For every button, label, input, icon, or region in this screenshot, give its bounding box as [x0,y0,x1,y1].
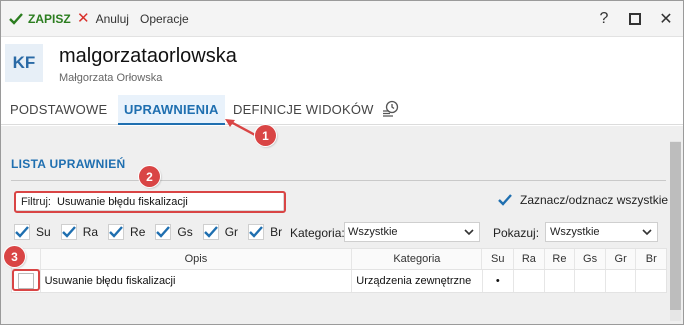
tab-bar: PODSTAWOWE UPRAWNIENIA DEFINICJE WIDOKÓW [1,95,683,125]
check-icon [9,13,23,25]
cell-kategoria: Urządzenia zewnętrzne [352,270,483,292]
type-checkbox-br[interactable]: Br [248,224,282,240]
cell-gs [575,270,606,292]
user-full-name: Małgorzata Orłowska [59,72,163,84]
column-header-br[interactable]: Br [636,249,666,269]
check-icon [109,226,123,238]
column-header-re[interactable]: Re [545,249,576,269]
toolbar: ZAPISZ ✕ Anuluj Operacje ? ✕ [1,1,683,37]
tab-view-definitions[interactable]: DEFINICJE WIDOKÓW [233,102,374,117]
cancel-button[interactable]: ✕ Anuluj [77,11,129,27]
operations-label: Operacje [140,12,189,26]
checkbox[interactable] [155,224,172,240]
check-icon [498,194,512,206]
highlight-outline-row-checkbox [12,269,40,291]
select-all-label: Zaznacz/odznacz wszystkie [520,193,669,207]
help-button[interactable]: ? [595,10,613,28]
cancel-label: Anuluj [95,12,129,26]
column-header-gr[interactable]: Gr [606,249,637,269]
window: ZAPISZ ✕ Anuluj Operacje ? ✕ KF malgorza… [0,0,684,325]
scrollbar-thumb[interactable] [670,142,681,310]
save-label: ZAPISZ [28,12,71,26]
cell-su: • [483,270,515,292]
show-select[interactable]: Wszystkie [545,222,658,242]
table-header: Opis Kategoria Su Ra Re Gs Gr Br [12,249,666,270]
save-button[interactable]: ZAPISZ [9,11,71,27]
type-label: Ra [82,225,99,239]
column-header-kategoria[interactable]: Kategoria [352,249,483,269]
chevron-down-icon [464,229,474,236]
type-checkbox-ra[interactable]: Ra [60,224,99,240]
callout-badge-3: 3 [4,246,25,267]
operations-button[interactable]: Operacje [140,11,189,27]
callout-badge-1: 1 [255,125,276,146]
check-icon [203,226,218,238]
column-header-su[interactable]: Su [482,249,515,269]
maximize-button[interactable] [626,10,644,28]
user-login: malgorzataorlowska [59,45,237,67]
maximize-icon [629,13,641,25]
type-checkbox-re[interactable]: Re [108,224,145,240]
checkbox[interactable] [248,224,265,240]
check-icon [61,226,76,238]
cell-gr [606,270,637,292]
close-icon: ✕ [659,11,673,28]
check-icon [15,226,29,238]
checkbox[interactable] [202,224,219,240]
type-label: Gs [177,225,193,239]
checkbox[interactable] [108,224,125,240]
type-checkbox-su[interactable]: Su [14,224,51,240]
type-checkbox-gr[interactable]: Gr [202,224,239,240]
cell-su-mark: • [495,275,500,287]
type-checkbox-gs[interactable]: Gs [155,224,193,240]
checkbox[interactable] [60,224,77,240]
x-icon: ✕ [77,10,90,27]
category-label: Kategoria: [290,226,345,240]
chevron-down-icon [642,229,652,236]
type-label: Br [270,225,283,239]
select-all-toggle[interactable]: Zaznacz/odznacz wszystkie [498,193,668,207]
check-icon [156,226,171,238]
type-label: Su [36,225,51,239]
tab-basic[interactable]: PODSTAWOWE [10,102,107,117]
cell-ra [514,270,545,292]
table-row[interactable]: Usuwanie błędu fiskalizacji Urządzenia z… [12,270,666,292]
column-header-gs[interactable]: Gs [575,249,606,269]
column-header-opis[interactable]: Opis [41,249,353,269]
section-divider [11,180,666,181]
question-icon: ? [599,10,609,27]
callout-badge-2: 2 [139,166,160,187]
permissions-table: Opis Kategoria Su Ra Re Gs Gr Br Usuwani… [11,248,667,293]
type-label: Gr [224,225,239,239]
cell-re [545,270,576,292]
cell-br [636,270,666,292]
category-value: Wszystkie [348,226,398,238]
checkbox[interactable] [14,224,30,240]
type-filter-row: Su Ra Re Gs Gr Br [14,222,292,242]
cell-opis: Usuwanie błędu fiskalizacji [41,270,353,292]
type-label: Re [130,225,146,239]
category-select[interactable]: Wszystkie [344,222,480,242]
avatar: KF [5,44,43,82]
show-value: Wszystkie [550,226,600,238]
section-title: LISTA UPRAWNIEŃ [11,157,126,171]
tab-permissions[interactable]: UPRAWNIENIA [118,95,225,125]
close-button[interactable]: ✕ [657,10,675,28]
highlight-outline-filter [14,191,286,213]
history-icon[interactable] [381,100,399,118]
show-label: Pokazuj: [493,226,540,240]
check-icon [249,226,263,238]
column-header-ra[interactable]: Ra [514,249,545,269]
